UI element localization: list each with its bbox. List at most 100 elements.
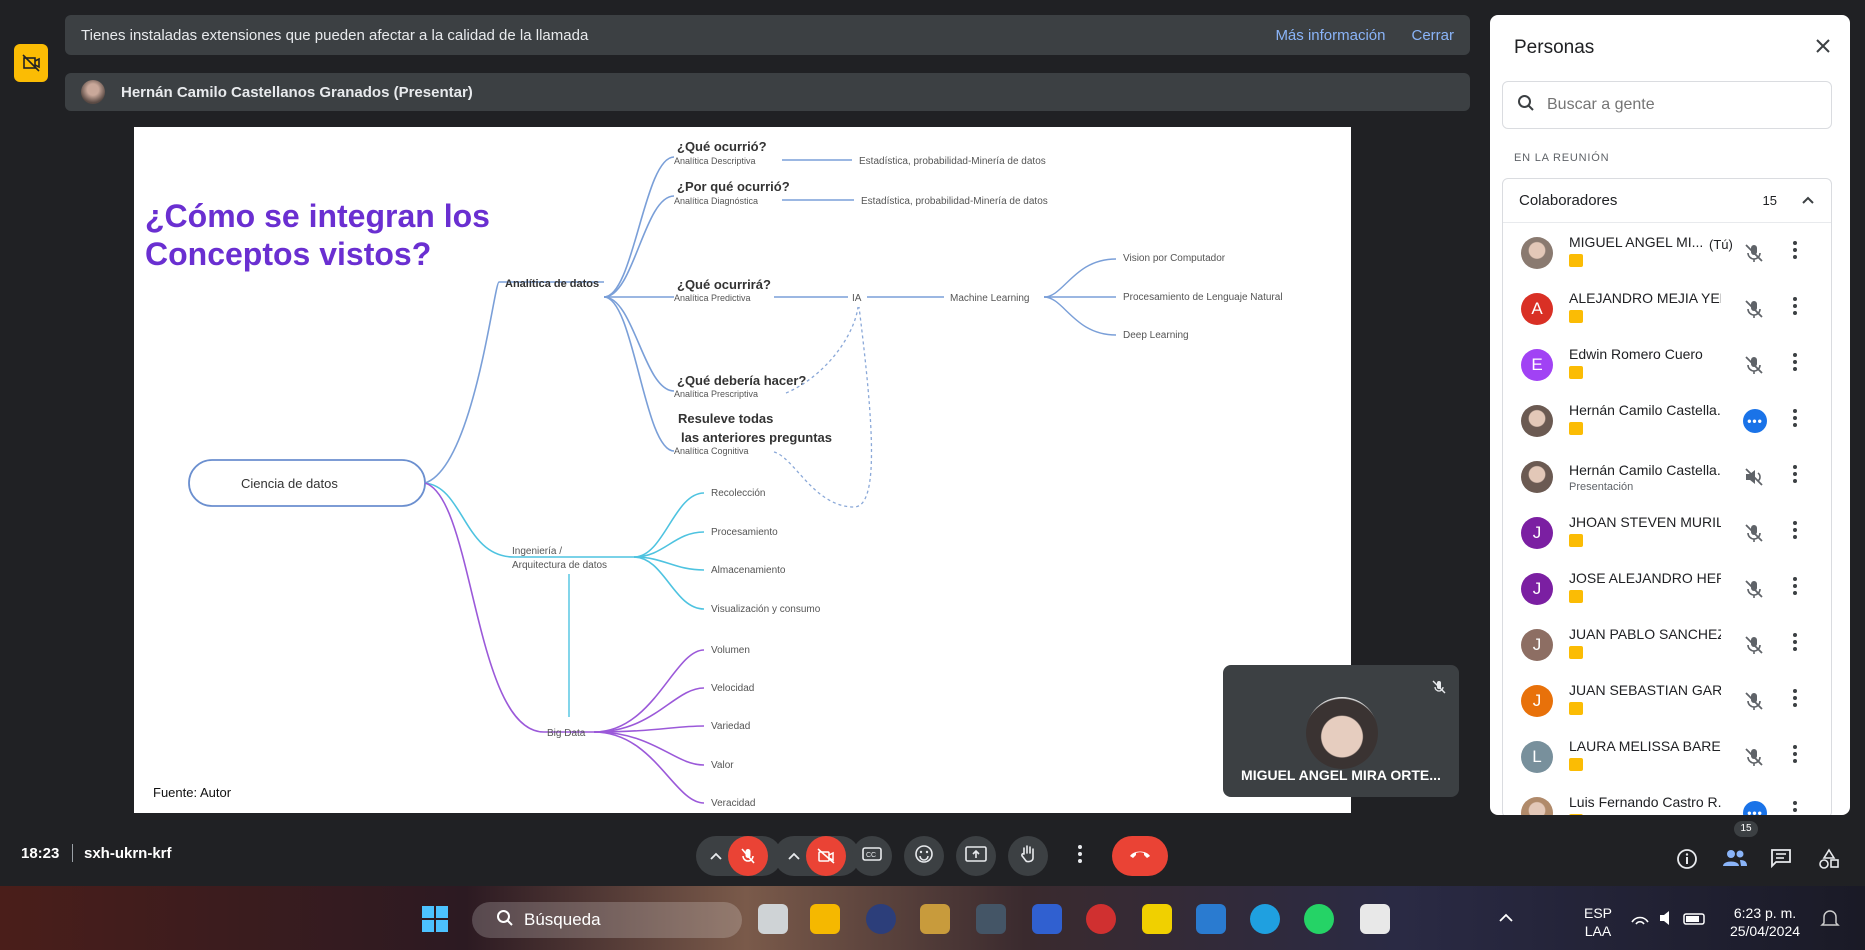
contributors-header[interactable]: Colaboradores 15	[1503, 179, 1831, 223]
more-vert-icon[interactable]	[1793, 521, 1797, 544]
analytics-node: Analítica de datos	[505, 278, 599, 290]
participant-row[interactable]: J JOSE ALEJANDRO HER...	[1503, 561, 1833, 617]
participant-row[interactable]: J JHOAN STEVEN MURILL...	[1503, 505, 1833, 561]
captions-button[interactable]: CC	[852, 836, 892, 876]
participant-row[interactable]: Hernán Camilo Castella... Presentación	[1503, 449, 1833, 505]
info-icon[interactable]	[1676, 848, 1698, 875]
mic-control[interactable]	[696, 836, 782, 876]
mic-off-icon[interactable]	[1743, 298, 1765, 325]
mic-off-icon[interactable]	[1743, 354, 1765, 381]
close-banner-link[interactable]: Cerrar	[1411, 27, 1454, 44]
meeting-code: sxh-ukrn-krf	[84, 845, 172, 862]
participant-row[interactable]: Luis Fernando Castro R... •••	[1503, 785, 1833, 815]
participant-name: LAURA MELISSA BAREÑ...	[1569, 738, 1721, 754]
ml-node: Machine Learning	[950, 293, 1030, 304]
presenter-name: Hernán Camilo Castellanos Granados (Pres…	[121, 83, 473, 101]
reactions-button[interactable]	[904, 836, 944, 876]
more-vert-icon[interactable]	[1793, 745, 1797, 768]
participant-name: JUAN PABLO SANCHEZ...	[1569, 626, 1721, 642]
activities-icon[interactable]	[1818, 848, 1840, 875]
task-view-icon[interactable]	[758, 904, 788, 934]
ia-node: IA	[852, 293, 862, 304]
mic-off-icon[interactable]	[1743, 242, 1765, 269]
system-tray-icons[interactable]	[1630, 908, 1710, 928]
participant-name: JUAN SEBASTIAN GAR...	[1569, 682, 1721, 698]
group-label: Colaboradores	[1519, 192, 1618, 209]
presenter-bar: Hernán Camilo Castellanos Granados (Pres…	[65, 73, 1470, 111]
visual-studio-icon[interactable]	[1032, 904, 1062, 934]
eng-label-1: Ingeniería /	[512, 546, 562, 557]
more-vert-icon[interactable]	[1793, 297, 1797, 320]
mic-off-button[interactable]	[728, 836, 768, 876]
more-options-button[interactable]	[1060, 836, 1100, 876]
snipping-tool-icon[interactable]	[1360, 904, 1390, 934]
more-vert-icon[interactable]	[1793, 577, 1797, 600]
mic-off-icon[interactable]	[1743, 746, 1765, 773]
edge-icon[interactable]	[1250, 904, 1280, 934]
participant-name: Luis Fernando Castro R...	[1569, 794, 1721, 810]
participant-row[interactable]: MIGUEL ANGEL MI... (Tú)	[1503, 225, 1833, 281]
more-vert-icon[interactable]	[1793, 409, 1797, 432]
windows-start-icon[interactable]	[420, 904, 450, 934]
mic-off-icon[interactable]	[1743, 522, 1765, 549]
chevron-up-icon[interactable]	[710, 847, 722, 865]
mic-off-icon[interactable]	[1743, 690, 1765, 717]
eng-label-2: Arquitectura de datos	[512, 560, 607, 571]
participant-name: ALEJANDRO MEJIA YEP...	[1569, 290, 1721, 306]
q3-sub: Analítica Predictiva	[674, 293, 751, 303]
language-indicator[interactable]: ESP LAA	[1580, 904, 1616, 940]
chevron-up-icon[interactable]	[788, 847, 800, 865]
participant-info: JOSE ALEJANDRO HER...	[1569, 570, 1721, 608]
ml-item-3: Deep Learning	[1123, 330, 1189, 341]
mic-off-icon[interactable]	[1743, 634, 1765, 661]
taskbar-search[interactable]: Búsqueda	[472, 902, 742, 938]
more-vert-icon[interactable]	[1793, 689, 1797, 712]
participant-role: Presentación	[1569, 480, 1634, 493]
virtualbox-icon[interactable]	[1196, 904, 1226, 934]
opera-icon[interactable]	[1086, 904, 1116, 934]
leave-call-button[interactable]	[1112, 836, 1168, 876]
participant-row[interactable]: J JUAN SEBASTIAN GAR...	[1503, 673, 1833, 729]
taskbar-search-label: Búsqueda	[524, 910, 601, 929]
speaking-indicator-icon: •••	[1743, 409, 1767, 433]
extension-badge-icon	[1569, 702, 1583, 715]
unity-icon[interactable]	[976, 904, 1006, 934]
people-search[interactable]	[1502, 81, 1832, 129]
close-panel-icon[interactable]	[1814, 37, 1832, 60]
camera-control[interactable]	[774, 836, 860, 876]
more-vert-icon[interactable]	[1793, 241, 1797, 264]
raise-hand-button[interactable]	[1008, 836, 1048, 876]
participant-row[interactable]: E Edwin Romero Cuero	[1503, 337, 1833, 393]
participant-name: JHOAN STEVEN MURILL...	[1569, 514, 1721, 530]
mic-off-icon[interactable]	[1743, 578, 1765, 605]
people-search-input[interactable]	[1547, 96, 1807, 114]
eng-item-3: Almacenamiento	[711, 565, 786, 576]
people-icon[interactable]	[1722, 848, 1748, 873]
bd-item-1: Volumen	[711, 645, 750, 656]
self-view-tile[interactable]: MIGUEL ANGEL MIRA ORTE...	[1223, 665, 1459, 797]
more-vert-icon[interactable]	[1793, 801, 1797, 815]
notifications-icon[interactable]	[1820, 908, 1842, 930]
participant-row[interactable]: L LAURA MELISSA BAREÑ...	[1503, 729, 1833, 785]
windows-taskbar: Búsqueda ESP LAA 6:23 p. m. 25/04/2024	[0, 886, 1865, 950]
clock[interactable]: 6:23 p. m. 25/04/2024	[1720, 904, 1810, 940]
audio-off-icon[interactable]	[1743, 466, 1765, 493]
more-info-link[interactable]: Más información	[1275, 27, 1385, 44]
league-client-icon[interactable]	[920, 904, 950, 934]
participant-row[interactable]: A ALEJANDRO MEJIA YEP...	[1503, 281, 1833, 337]
extensions-warning-icon[interactable]	[14, 44, 48, 82]
more-vert-icon[interactable]	[1793, 353, 1797, 376]
more-vert-icon[interactable]	[1793, 633, 1797, 656]
participant-row[interactable]: J JUAN PABLO SANCHEZ...	[1503, 617, 1833, 673]
chat-icon[interactable]	[1770, 848, 1792, 873]
whatsapp-icon[interactable]	[1304, 904, 1334, 934]
present-button[interactable]	[956, 836, 996, 876]
sticky-notes-icon[interactable]	[1142, 904, 1172, 934]
chevron-up-icon[interactable]	[1496, 908, 1516, 928]
extension-badge-icon	[1569, 814, 1583, 815]
more-vert-icon[interactable]	[1793, 465, 1797, 488]
eclipse-icon[interactable]	[866, 904, 896, 934]
camera-off-button[interactable]	[806, 836, 846, 876]
participant-row[interactable]: Hernán Camilo Castella... •••	[1503, 393, 1833, 449]
file-explorer-icon[interactable]	[810, 904, 840, 934]
